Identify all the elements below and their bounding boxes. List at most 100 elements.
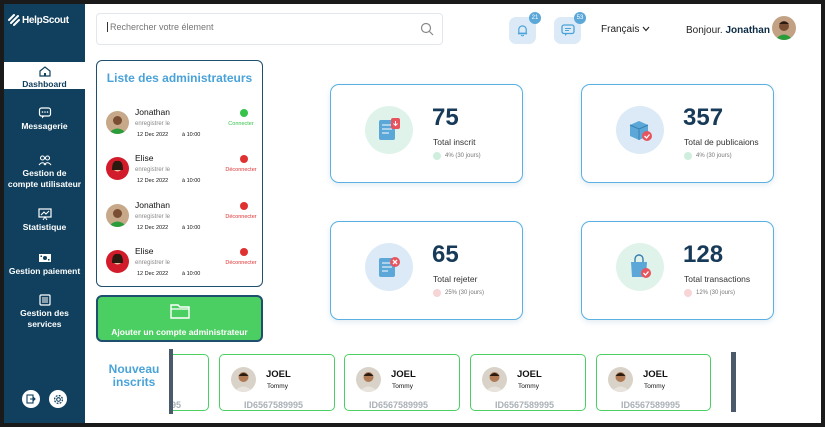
messages-button[interactable]: 53 (554, 12, 586, 44)
bell-icon (517, 25, 528, 37)
sidebar-item-label: Messagerie (21, 121, 68, 131)
signup-id: ID6567589995 (621, 400, 681, 410)
stat-change: 12% (30 jours) (684, 289, 735, 297)
sidebar-item-messagerie[interactable]: Messagerie (4, 107, 85, 132)
sidebar-item-gestion-compte[interactable]: Gestion de compte utilisateur (4, 154, 85, 190)
message-count-badge: 53 (574, 12, 586, 24)
stat-card-transactions[interactable]: 128 Total transactions 12% (30 jours) (581, 221, 774, 320)
signup-card[interactable]: JOEL Tommy ID6567589995 (219, 354, 335, 411)
sidebar-item-statistique[interactable]: Statistique (4, 208, 85, 233)
add-admin-button[interactable]: Ajouter un compte administrateur (96, 295, 263, 342)
logout-icon (26, 394, 36, 404)
sidebar-item-label: Gestion paiement (8, 266, 81, 276)
admin-list-title: Liste des administrateurs (106, 71, 253, 85)
admin-time: à 10:00 (182, 178, 201, 184)
stat-card-publications[interactable]: 357 Total de publicaions 4% (30 jours) (581, 84, 774, 183)
search-icon[interactable] (420, 22, 434, 36)
user-avatar[interactable] (772, 16, 796, 40)
stat-card-inscrits[interactable]: 75 Total inscrit 4% (30 jours) (330, 84, 523, 183)
admin-date: 12 Dec 2022 (137, 178, 169, 184)
signup-sub: Tommy (644, 383, 665, 390)
admin-name: Elise (135, 246, 154, 256)
signup-id: ID6567589995 (495, 400, 555, 410)
helpscout-logo-icon (8, 14, 20, 26)
admin-row[interactable]: Elise enregistrer le 12 Dec 2022 à 10:00… (106, 153, 260, 193)
document-icon (365, 106, 413, 154)
notifications-button[interactable]: 21 (509, 12, 541, 44)
stat-change-text: 25% (30 jours) (445, 290, 485, 296)
admin-sub: enregistrer le (135, 121, 171, 127)
logout-button[interactable] (22, 390, 40, 408)
rejected-document-icon (365, 243, 413, 291)
admin-name: Elise (135, 153, 154, 163)
admin-sub: enregistrer le (135, 214, 171, 220)
sidebar-bottom-actions (22, 390, 67, 408)
sidebar-item-label: Dashboard (22, 79, 67, 89)
list-icon (38, 294, 51, 306)
avatar (608, 367, 633, 392)
signup-card[interactable]: JOEL Tommy ID6567589995 (344, 354, 460, 411)
status-dot (240, 109, 248, 117)
greeting: Bonjour. Jonathan (686, 25, 770, 36)
admin-row[interactable]: Jonathan enregistrer le 12 Dec 2022 à 10… (106, 107, 260, 147)
signup-name: JOEL (266, 369, 291, 380)
trend-down-icon (684, 289, 692, 297)
avatar-image (772, 16, 796, 40)
admin-time: à 10:00 (182, 225, 201, 231)
stat-label: Total rejeter (433, 274, 478, 284)
avatar (106, 157, 129, 180)
signup-sub: Tommy (518, 383, 539, 390)
new-signups-title: Nouveau inscrits (108, 362, 160, 389)
brand-name: HelpScout (22, 14, 69, 26)
avatar (106, 250, 129, 273)
language-selector[interactable]: Français (601, 24, 650, 35)
chevron-down-icon (642, 26, 650, 32)
admin-time: à 10:00 (182, 271, 201, 277)
stat-change: 4% (30 jours) (684, 152, 732, 160)
admin-date: 12 Dec 2022 (137, 271, 169, 277)
package-icon (616, 106, 664, 154)
scroll-indicator-right[interactable] (731, 352, 736, 412)
settings-button[interactable] (49, 390, 67, 408)
search-box (96, 13, 443, 45)
admin-status: Déconnecter (225, 167, 257, 173)
avatar (106, 204, 129, 227)
stat-value: 75 (432, 104, 459, 131)
message-icon (560, 24, 575, 36)
admin-time: à 10:00 (182, 132, 201, 138)
sidebar-item-gestion-paiement[interactable]: Gestion paiement (4, 252, 85, 277)
stat-value: 65 (432, 241, 459, 268)
shopping-bag-icon (616, 243, 664, 291)
admin-row[interactable]: Elise enregistrer le 12 Dec 2022 à 10:00… (106, 246, 260, 286)
stat-change-text: 12% (30 jours) (696, 290, 736, 296)
sidebar-item-label: Gestion des services (20, 308, 69, 329)
signup-sub: Tommy (392, 383, 413, 390)
admin-row[interactable]: Jonathan enregistrer le 12 Dec 2022 à 10… (106, 200, 260, 240)
trend-up-icon (684, 152, 692, 160)
stat-card-rejeter[interactable]: 65 Total rejeter 25% (30 jours) (330, 221, 523, 320)
signup-card-partial[interactable]: 95 (173, 354, 209, 411)
signup-sub: Tommy (267, 383, 288, 390)
chart-icon (37, 208, 52, 220)
sidebar-item-dashboard[interactable]: Dashboard (4, 62, 85, 89)
chat-icon (38, 107, 51, 119)
sidebar-item-gestion-services[interactable]: Gestion des services (4, 294, 85, 330)
greeting-prefix: Bonjour. (686, 25, 723, 36)
sidebar-item-label: Statistique (22, 222, 67, 232)
brand-logo[interactable]: HelpScout (8, 14, 69, 26)
admin-name: Jonathan (135, 200, 170, 210)
status-dot (240, 202, 248, 210)
language-label: Français (601, 24, 640, 35)
folder-icon (170, 304, 190, 319)
user-name: Jonathan (725, 25, 770, 36)
stat-change: 25% (30 jours) (433, 289, 484, 297)
search-input[interactable] (107, 22, 397, 32)
add-admin-label: Ajouter un compte administrateur (111, 327, 248, 337)
avatar (106, 111, 129, 134)
signup-card[interactable]: JOEL Tommy ID6567589995 (596, 354, 711, 411)
admin-name: Jonathan (135, 107, 170, 117)
avatar (231, 367, 256, 392)
admin-status: Déconnecter (225, 214, 257, 220)
admin-date: 12 Dec 2022 (137, 225, 169, 231)
signup-card[interactable]: JOEL Tommy ID6567589995 (470, 354, 586, 411)
